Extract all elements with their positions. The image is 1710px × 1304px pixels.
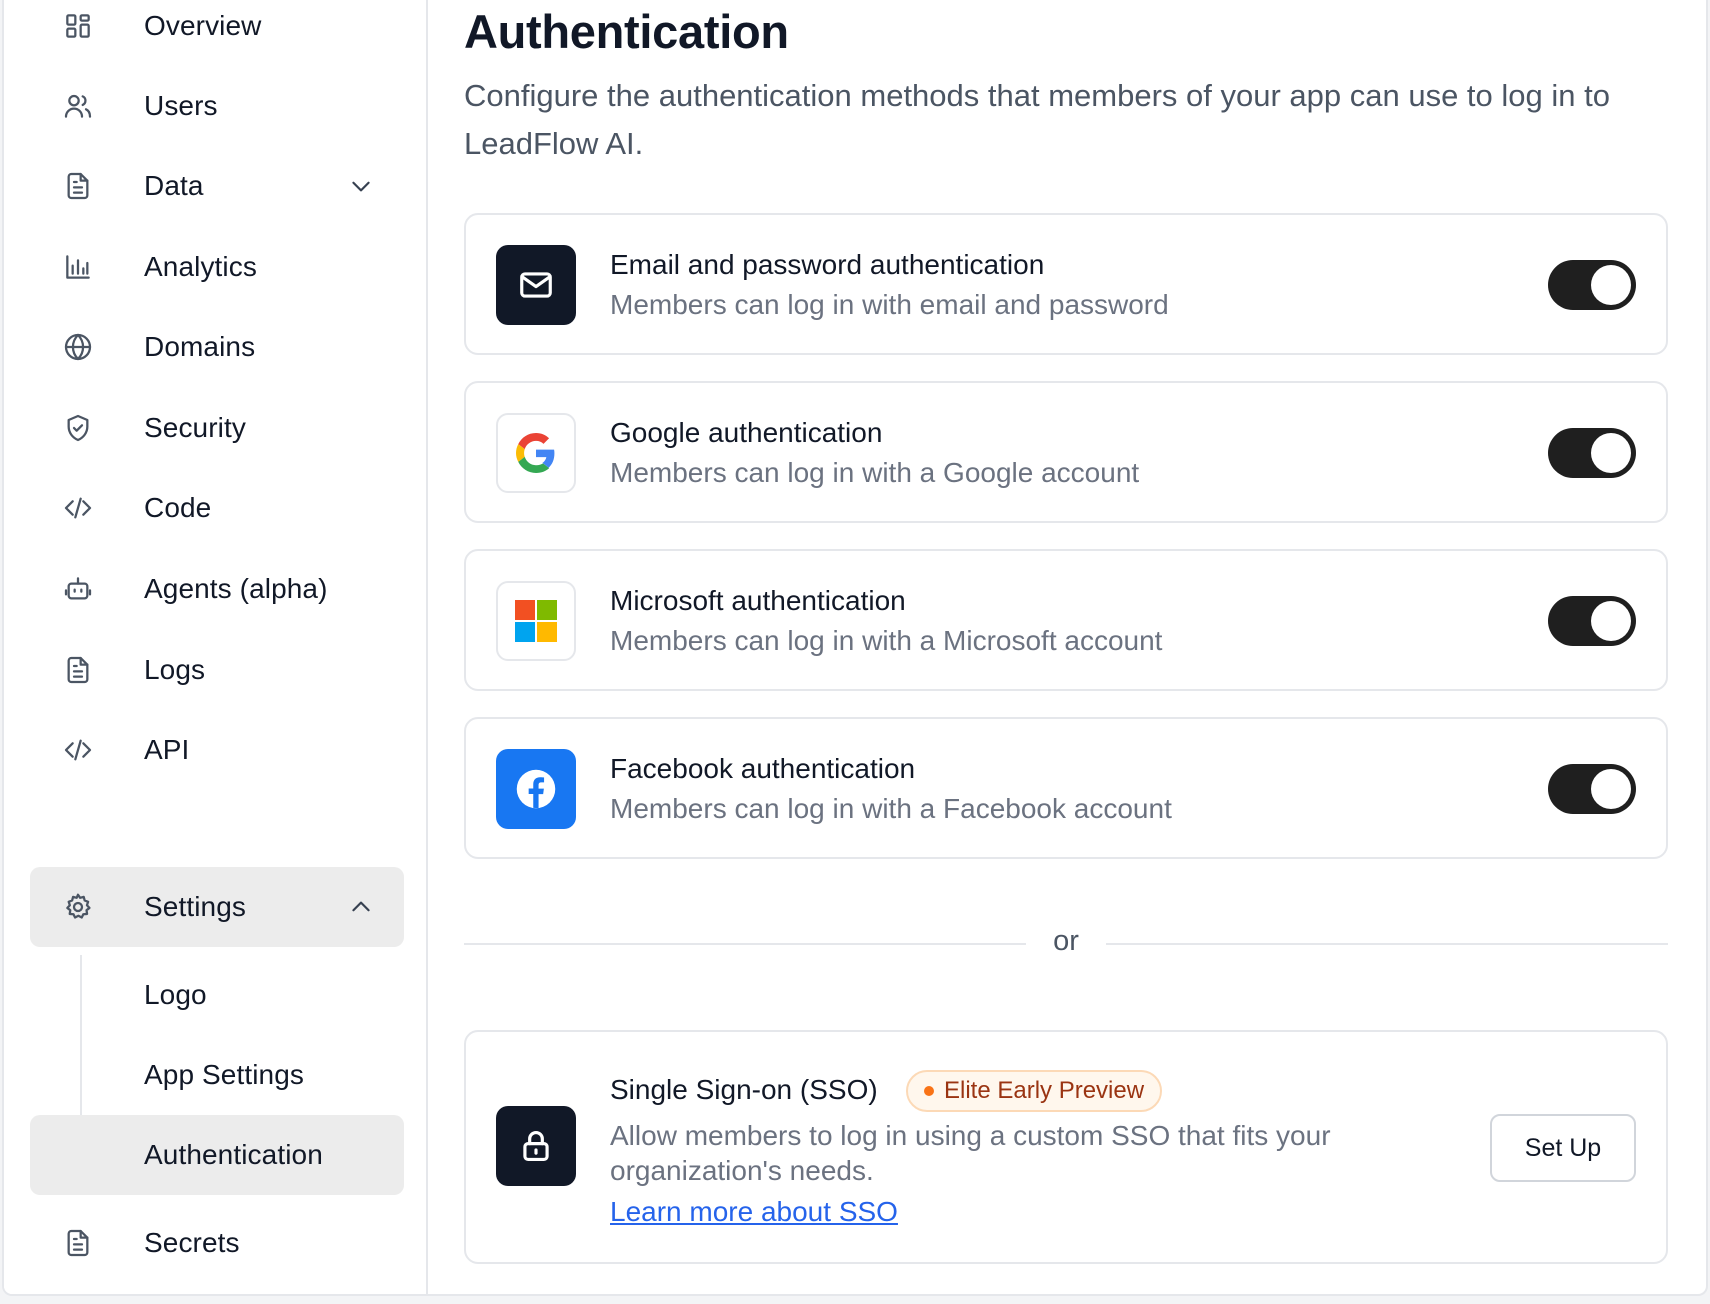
badge-dot (924, 1086, 934, 1096)
document-icon (60, 168, 96, 204)
sidebar-item-label: Data (144, 170, 204, 201)
users-icon (60, 88, 96, 124)
sidebar: Overview Users Data Analytics Domains Se… (4, 0, 428, 1294)
mail-icon (496, 245, 576, 325)
chevron-up-icon[interactable] (348, 894, 374, 920)
document-icon (60, 652, 96, 688)
chevron-down-icon[interactable] (348, 173, 374, 199)
sidebar-subitem-app-settings[interactable]: App Settings (30, 1035, 404, 1115)
toggle-knob (1591, 265, 1631, 305)
sidebar-item-agents[interactable]: Agents (alpha) (30, 549, 404, 629)
sidebar-item-label: Logo (144, 979, 207, 1010)
sidebar-item-label: Overview (144, 10, 262, 41)
sidebar-item-logs[interactable]: Logs (30, 630, 404, 710)
auth-method-title: Microsoft authentication (610, 585, 906, 616)
sidebar-item-overview[interactable]: Overview (30, 0, 404, 66)
sidebar-item-label: Domains (144, 331, 256, 362)
code-icon (60, 490, 96, 526)
facebook-icon (496, 749, 576, 829)
document-icon (60, 1225, 96, 1261)
sidebar-item-secrets[interactable]: Secrets (30, 1203, 404, 1283)
app-window: Overview Users Data Analytics Domains Se… (2, 0, 1708, 1296)
sidebar-item-settings[interactable]: Settings (30, 867, 404, 947)
learn-more-sso-link[interactable]: Learn more about SSO (610, 1196, 898, 1228)
email-auth-toggle[interactable] (1548, 260, 1636, 310)
sidebar-item-data[interactable]: Data (30, 146, 404, 226)
sso-card: Single Sign-on (SSO) Elite Early Preview… (464, 1030, 1668, 1264)
bar-chart-icon (60, 249, 96, 285)
sidebar-item-label: API (144, 734, 190, 765)
google-icon (496, 413, 576, 493)
sidebar-item-label: Code (144, 492, 212, 523)
sidebar-subitem-authentication[interactable]: Authentication (30, 1115, 404, 1195)
sidebar-item-label: Settings (144, 891, 246, 922)
sidebar-item-label: Authentication (144, 1139, 323, 1170)
sidebar-item-analytics[interactable]: Analytics (30, 227, 404, 307)
code-icon (60, 732, 96, 768)
microsoft-auth-toggle[interactable] (1548, 596, 1636, 646)
auth-method-subtitle: Members can log in with a Facebook accou… (610, 793, 1172, 824)
badge-label: Elite Early Preview (944, 1077, 1145, 1104)
sidebar-item-label: Users (144, 90, 218, 121)
auth-method-subtitle: Members can log in with a Google account (610, 457, 1140, 488)
preview-badge: Elite Early Preview (906, 1070, 1163, 1112)
sidebar-item-security[interactable]: Security (30, 388, 404, 468)
auth-method-subtitle: Members can log in with a Microsoft acco… (610, 625, 1163, 656)
microsoft-icon (496, 581, 576, 661)
sidebar-item-label: Security (144, 412, 246, 443)
auth-method-facebook: Facebook authentication Members can log … (464, 717, 1668, 859)
sidebar-subitem-logo[interactable]: Logo (30, 955, 404, 1035)
page-description: Configure the authentication methods tha… (464, 78, 1610, 161)
sidebar-item-api[interactable]: API (30, 710, 404, 790)
sidebar-item-domains[interactable]: Domains (30, 307, 404, 387)
or-divider-text: or (1026, 925, 1106, 958)
globe-icon (60, 329, 96, 365)
sidebar-item-code[interactable]: Code (30, 468, 404, 548)
sidebar-item-label: Logs (144, 654, 206, 685)
sidebar-item-label: Agents (alpha) (144, 573, 328, 604)
sidebar-item-label: Secrets (144, 1227, 240, 1258)
sidebar-item-label: Analytics (144, 251, 257, 282)
sidebar-item-label: App Settings (144, 1059, 304, 1090)
sso-description: Allow members to log in using a custom S… (610, 1120, 1331, 1186)
toggle-knob (1591, 601, 1631, 641)
page-title: Authentication (464, 5, 789, 58)
lock-icon (496, 1106, 576, 1186)
facebook-auth-toggle[interactable] (1548, 764, 1636, 814)
auth-method-title: Email and password authentication (610, 249, 1045, 280)
auth-method-title: Google authentication (610, 417, 883, 448)
shield-icon (60, 410, 96, 446)
robot-icon (60, 571, 96, 607)
auth-method-subtitle: Members can log in with email and passwo… (610, 289, 1169, 320)
auth-method-email: Email and password authentication Member… (464, 213, 1668, 355)
google-auth-toggle[interactable] (1548, 428, 1636, 478)
gear-icon (60, 889, 96, 925)
auth-method-title: Facebook authentication (610, 753, 916, 784)
auth-method-microsoft: Microsoft authentication Members can log… (464, 549, 1668, 691)
grid-icon (60, 8, 96, 44)
sidebar-item-users[interactable]: Users (30, 66, 404, 146)
toggle-knob (1591, 769, 1631, 809)
sso-setup-button[interactable]: Set Up (1490, 1114, 1636, 1182)
main-content: Authentication Configure the authenticat… (464, 0, 1674, 1294)
auth-method-google: Google authentication Members can log in… (464, 381, 1668, 523)
toggle-knob (1591, 433, 1631, 473)
sso-title: Single Sign-on (SSO) (610, 1074, 878, 1105)
